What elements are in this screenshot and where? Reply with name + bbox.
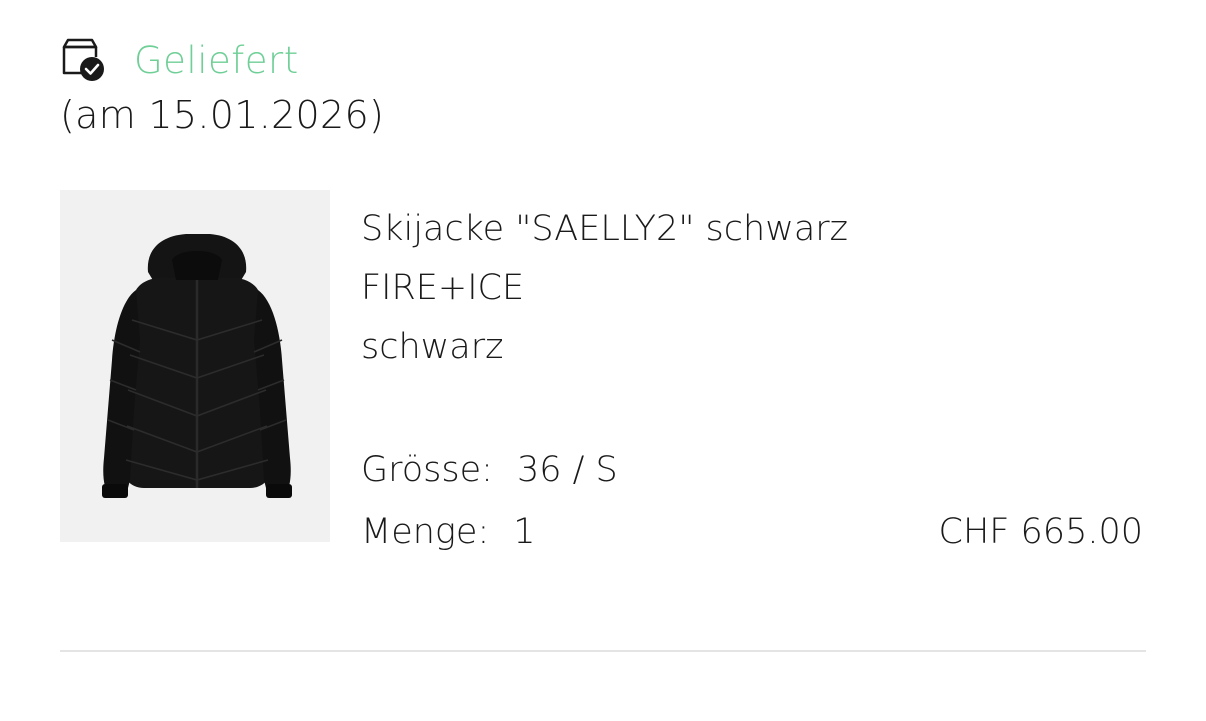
product-details: Skijacke "SAELLY2" schwarz FIRE+ICE schw… bbox=[361, 202, 1151, 563]
product-brand: FIRE+ICE bbox=[361, 268, 525, 308]
divider bbox=[60, 650, 1146, 652]
product-price: CHF 665.00 bbox=[938, 512, 1143, 552]
delivery-date: (am 15.01.2026) bbox=[60, 93, 385, 137]
product-color: schwarz bbox=[361, 327, 504, 367]
quantity-label: Menge: bbox=[361, 512, 490, 552]
order-status: Geliefert bbox=[60, 36, 299, 84]
package-delivered-icon bbox=[60, 37, 106, 83]
status-label: Geliefert bbox=[134, 38, 299, 82]
quantity-value: 1 bbox=[513, 512, 536, 552]
product-name[interactable]: Skijacke "SAELLY2" schwarz bbox=[361, 202, 1151, 261]
size-label: Grösse: bbox=[361, 450, 493, 490]
size-row: Grösse: 36 / S bbox=[361, 439, 1151, 501]
quantity-row: Menge: 1 CHF 665.00 bbox=[361, 501, 1151, 563]
size-value: 36 / S bbox=[516, 450, 618, 490]
black-ski-jacket-image[interactable] bbox=[60, 190, 330, 542]
